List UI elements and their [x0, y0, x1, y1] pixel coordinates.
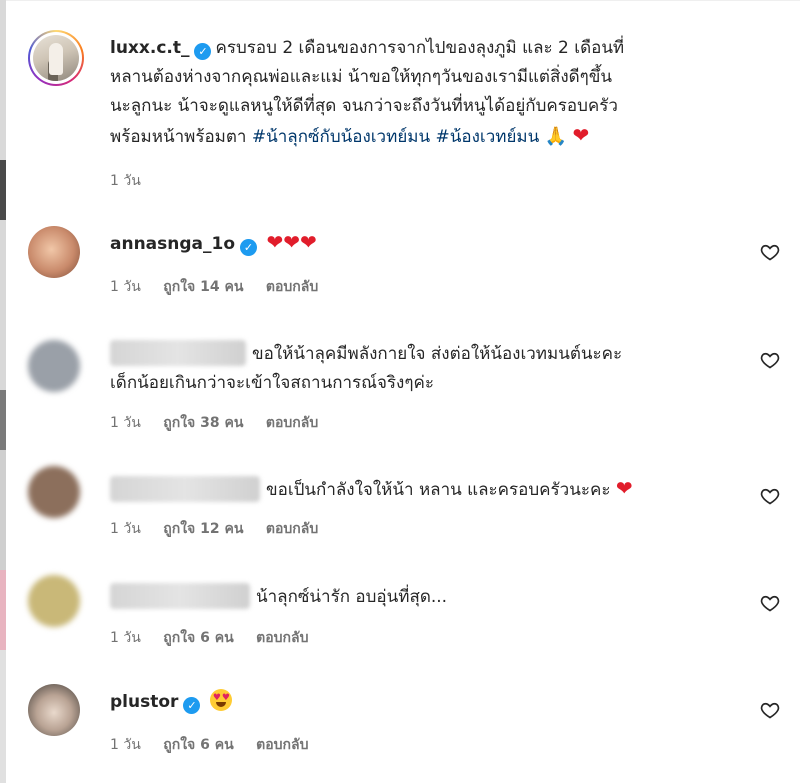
red-heart-emoji-icon: ❤ [615, 476, 633, 500]
caption-line: ครบรอบ 2 เดือนของการจากไปของลุงภูมิ และ … [215, 38, 625, 58]
comment-item: น้าลุกซ์น่ารัก อบอุ่นที่สุด... 1 วัน ถูก… [28, 575, 780, 655]
comment-item: plustor ✓ ♥ ♥ 1 วัน ถูกใจ 6 คน ตอบกลับ [28, 684, 780, 764]
like-heart-icon[interactable] [760, 350, 780, 370]
comment-text: ❤❤❤ [266, 230, 317, 254]
comment-timestamp[interactable]: 1 วัน [110, 630, 141, 646]
comment-likes[interactable]: ถูกใจ 12 คน [163, 521, 243, 537]
comment-item: ขอให้น้าลุคมีพลังกายใจ ส่งต่อให้น้องเวทม… [28, 330, 780, 440]
post-timestamp[interactable]: 1 วัน [110, 170, 141, 192]
caption-line: หลานต้องห่างจากคุณพ่อและแม่ น้าขอให้ทุกๆ… [110, 67, 613, 87]
heart-eyes-emoji-icon: ♥ ♥ [209, 689, 232, 711]
top-divider [6, 0, 800, 1]
caption-text: luxx.c.t_ ✓ ครบรอบ 2 เดือนของการจากไปของลุ… [110, 34, 750, 152]
commenter-username[interactable]: plustor [110, 692, 178, 712]
like-heart-icon[interactable] [760, 700, 780, 720]
hashtag-link[interactable]: #น้องเวทย์มน [436, 127, 540, 147]
comment-timestamp[interactable]: 1 วัน [110, 737, 141, 753]
caption-line: พร้อมหน้าพร้อมตา [110, 127, 247, 147]
pray-emoji-icon: 🙏 [544, 126, 568, 147]
blurred-username[interactable] [110, 340, 246, 366]
comment-text: น้าลุกซ์น่ารัก อบอุ่นที่สุด... [256, 587, 448, 607]
comment-text: ขอเป็นกำลังใจให้น้า หลาน และครอบครัวนะคะ [266, 480, 611, 500]
red-heart-emoji-icon: ❤ [572, 123, 590, 147]
like-heart-icon[interactable] [760, 486, 780, 506]
reply-button[interactable]: ตอบกลับ [256, 630, 308, 646]
comment-likes[interactable]: ถูกใจ 6 คน [163, 737, 233, 753]
like-heart-icon[interactable] [760, 242, 780, 262]
post-author-avatar[interactable] [28, 30, 84, 86]
post-author-username[interactable]: luxx.c.t_ [110, 38, 189, 58]
commenter-avatar[interactable] [28, 340, 80, 392]
comment-likes[interactable]: ถูกใจ 14 คน [163, 279, 243, 295]
commenter-avatar[interactable] [28, 226, 80, 278]
comment-text: ขอให้น้าลุคมีพลังกายใจ ส่งต่อให้น้องเวทม… [252, 344, 623, 364]
comment-timestamp[interactable]: 1 วัน [110, 521, 141, 537]
reply-button[interactable]: ตอบกลับ [256, 737, 308, 753]
verified-badge-icon: ✓ [183, 697, 201, 714]
comment-item: annasnga_1o ✓ ❤❤❤ 1 วัน ถูกใจ 14 คน ตอบกล… [28, 226, 780, 296]
caption-line: นะลูกนะ น้าจะดูแลหนูให้ดีที่สุด จนกว่าจะ… [110, 96, 618, 116]
commenter-avatar[interactable] [28, 575, 80, 627]
commenter-avatar[interactable] [28, 684, 80, 736]
verified-badge-icon: ✓ [194, 43, 212, 60]
comment-likes[interactable]: ถูกใจ 6 คน [163, 630, 233, 646]
reply-button[interactable]: ตอบกลับ [266, 521, 318, 537]
blurred-username[interactable] [110, 583, 250, 609]
verified-badge-icon: ✓ [240, 239, 258, 256]
comment-timestamp[interactable]: 1 วัน [110, 279, 141, 295]
comment-timestamp[interactable]: 1 วัน [110, 415, 141, 431]
reply-button[interactable]: ตอบกลับ [266, 279, 318, 295]
commenter-avatar[interactable] [28, 466, 80, 518]
comment-text: เด็กน้อยเกินกว่าจะเข้าใจสถานการณ์จริงๆค่… [110, 373, 434, 393]
left-edge-strip [0, 0, 6, 783]
like-heart-icon[interactable] [760, 593, 780, 613]
reply-button[interactable]: ตอบกลับ [266, 415, 318, 431]
hashtag-link[interactable]: #น้าลุกซ์กับน้องเวทย์มน [252, 127, 430, 147]
blurred-username[interactable] [110, 476, 260, 502]
comment-likes[interactable]: ถูกใจ 38 คน [163, 415, 243, 431]
commenter-username[interactable]: annasnga_1o [110, 234, 235, 254]
comment-item: ขอเป็นกำลังใจให้น้า หลาน และครอบครัวนะคะ… [28, 466, 780, 546]
